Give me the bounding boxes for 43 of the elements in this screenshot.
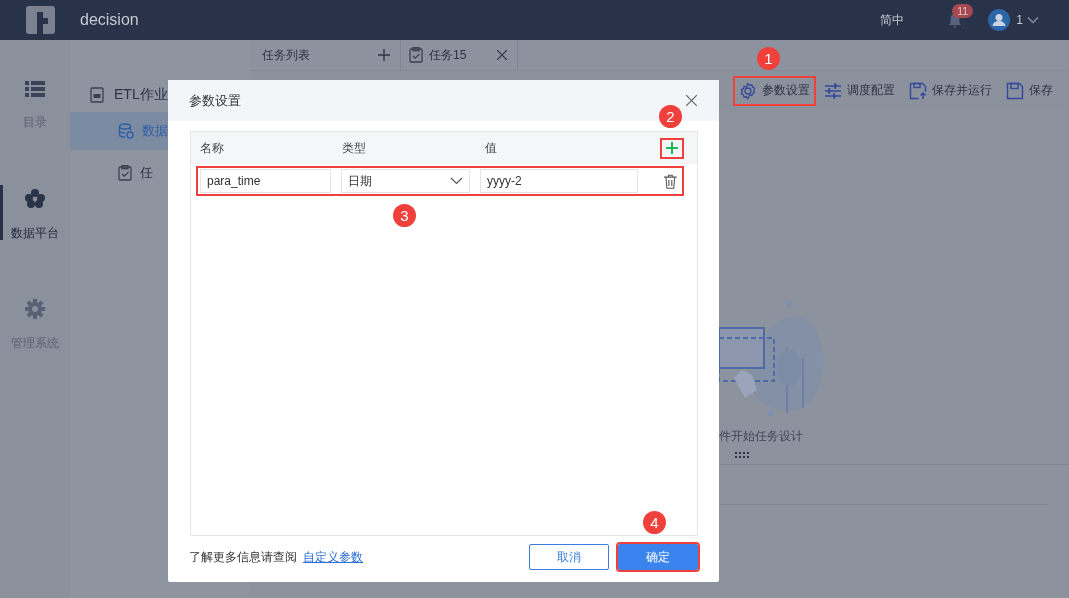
notification-badge: 11 <box>952 3 974 18</box>
dialog-title: 参数设置 <box>189 91 241 110</box>
plus-icon[interactable] <box>378 49 390 61</box>
clipboard-check-icon <box>409 47 423 63</box>
close-icon[interactable] <box>497 50 507 60</box>
toolbar-button[interactable]: 保存 <box>1000 75 1059 106</box>
cancel-button[interactable]: 取消 <box>529 544 609 570</box>
nav-item[interactable]: 数据平台 <box>0 160 70 270</box>
name-field[interactable]: para_time <box>200 169 331 193</box>
document-icon <box>90 86 104 103</box>
sliders-icon <box>824 81 842 100</box>
list-icon <box>25 79 45 98</box>
cubes-icon <box>25 188 45 209</box>
tab[interactable]: 任务列表 <box>250 40 401 70</box>
avatar-icon[interactable] <box>988 9 1011 31</box>
toolbar-button[interactable]: 参数设置 <box>733 75 816 106</box>
confirm-button[interactable]: 确定 <box>618 544 698 570</box>
type-dropdown[interactable]: 日期 <box>341 169 471 193</box>
toolbar-button[interactable]: 保存并运行 <box>903 75 998 106</box>
add-button[interactable] <box>660 137 684 159</box>
drag-handle-icon[interactable] <box>735 452 749 458</box>
close-icon[interactable] <box>686 95 697 106</box>
database-icon <box>118 123 134 139</box>
value-field[interactable]: yyyy-2 <box>480 169 639 193</box>
app-name: decision <box>80 11 140 29</box>
chevron-down-icon <box>450 177 464 185</box>
help-text: 了解更多信息请查阅 <box>189 548 297 566</box>
trash-icon[interactable] <box>664 173 677 189</box>
column-header: 值 <box>485 139 498 157</box>
gear-icon <box>739 81 757 100</box>
plus-icon <box>666 142 678 154</box>
chevron-down-icon[interactable] <box>1027 16 1039 24</box>
gear-icon <box>25 298 45 319</box>
language-text[interactable]: 简中 <box>880 11 905 29</box>
column-header: 类型 <box>342 139 367 157</box>
help-link[interactable]: 自定义参数 <box>303 548 520 566</box>
tab[interactable]: 任务15 <box>401 40 518 70</box>
clipboard-check-icon <box>118 165 132 181</box>
canvas-hint: 件开始任务设计 <box>719 428 804 445</box>
user-name[interactable]: 1 <box>1016 13 1023 27</box>
logo-icon <box>26 6 55 34</box>
floppy-upload-icon <box>909 81 927 100</box>
toolbar-button[interactable]: 调度配置 <box>818 75 901 106</box>
